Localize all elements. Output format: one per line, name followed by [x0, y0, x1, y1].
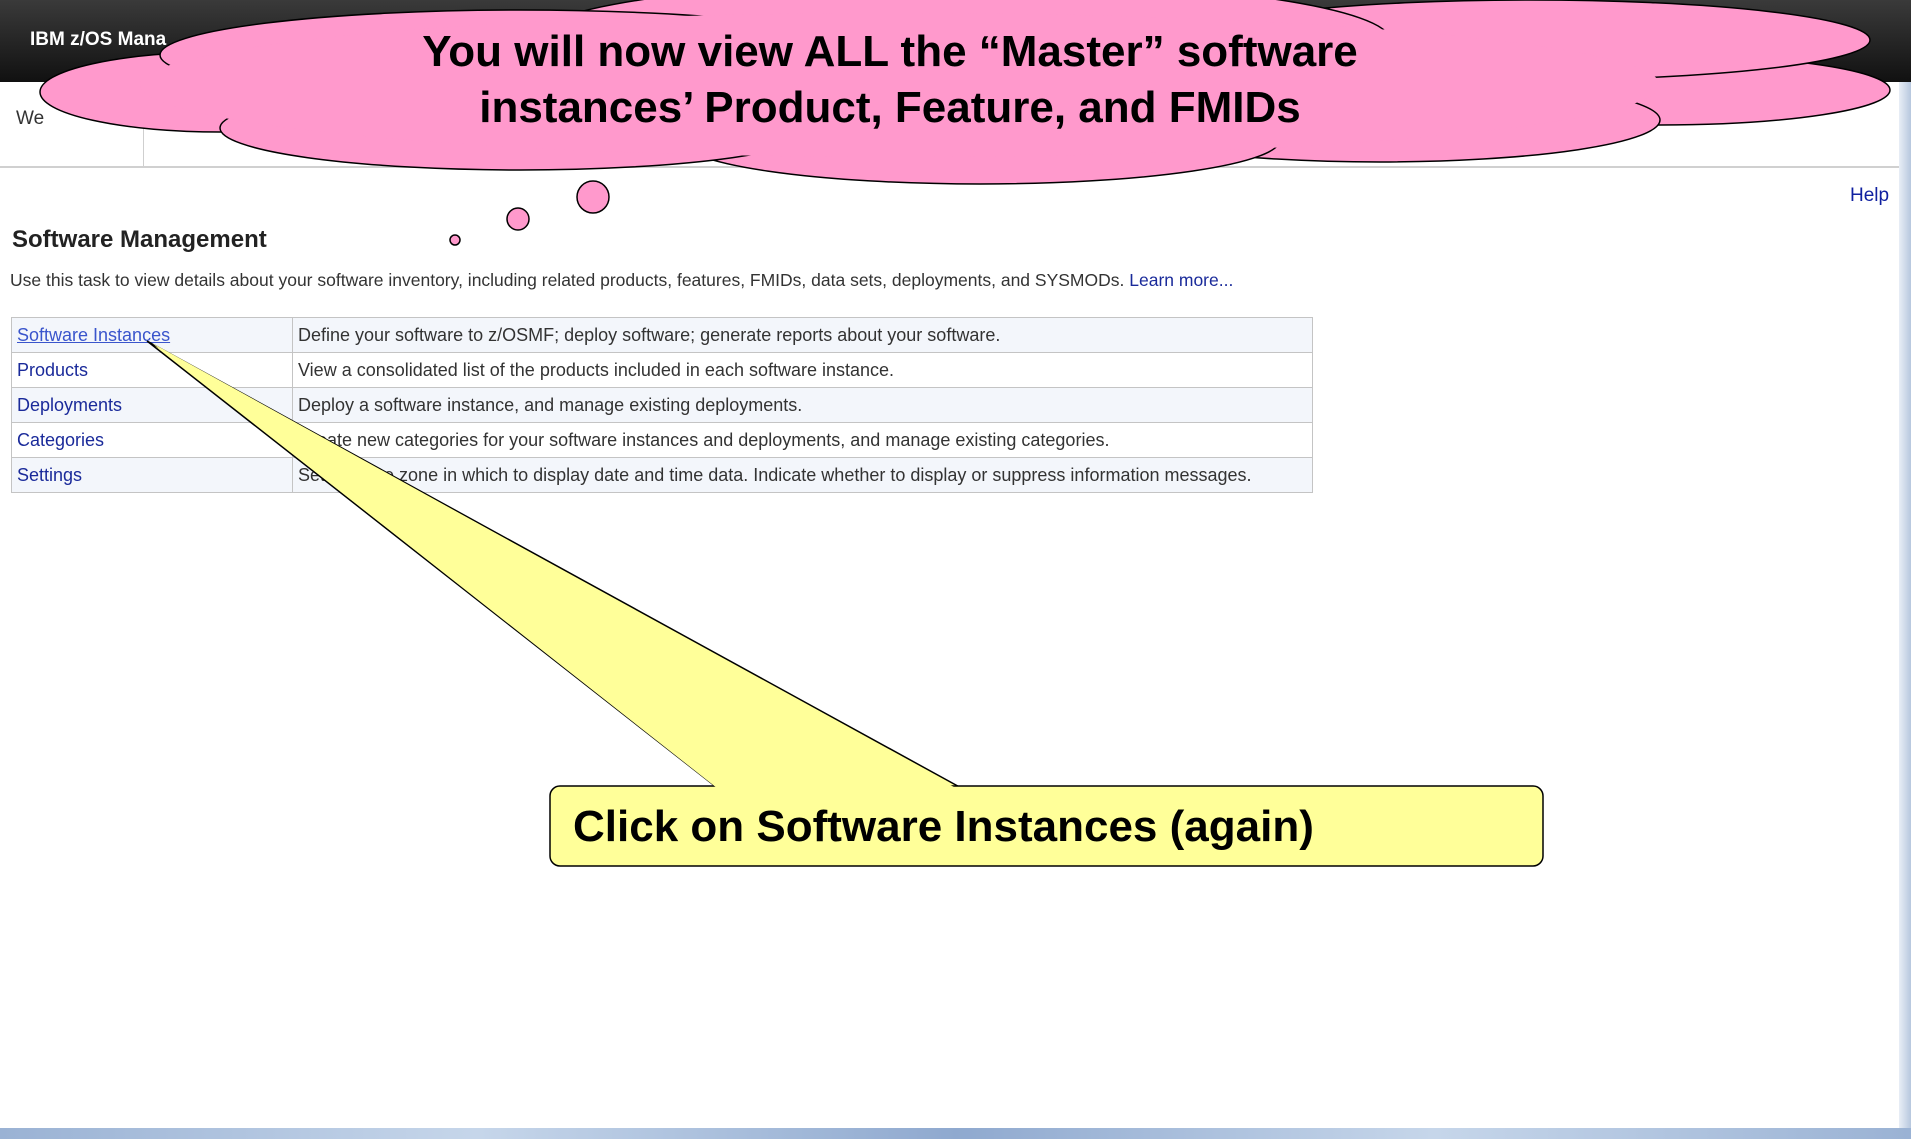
callout-message: Click on Software Instances (again): [573, 802, 1314, 851]
cloud-message: You will now view ALL the “Master” softw…: [300, 24, 1480, 136]
thought-bubbles: [449, 180, 610, 246]
cloud-line-2: instances’ Product, Feature, and FMIDs: [479, 83, 1301, 132]
cloud-line-1: You will now view ALL the “Master” softw…: [422, 27, 1358, 76]
annotation-overlay: [39, 0, 1891, 867]
